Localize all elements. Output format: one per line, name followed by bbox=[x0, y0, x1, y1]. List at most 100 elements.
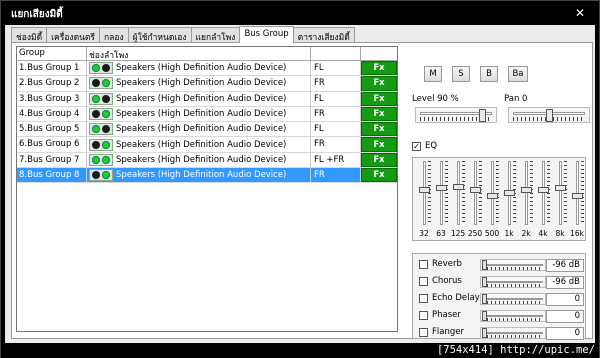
effect-slider-track bbox=[483, 315, 543, 317]
column-header-speaker[interactable]: ช่องลำโพง bbox=[87, 47, 311, 61]
eq-band-thumb[interactable] bbox=[504, 190, 515, 196]
fx-button[interactable]: Fx bbox=[361, 152, 397, 168]
effect-checkbox[interactable] bbox=[419, 294, 428, 303]
effect-checkbox[interactable] bbox=[419, 277, 428, 286]
table-row[interactable]: 2.Bus Group 2 Speakers (High Definition A… bbox=[17, 76, 397, 92]
fx-button[interactable]: Fx bbox=[361, 91, 397, 106]
eq-band-slider[interactable]: 4k bbox=[536, 161, 550, 238]
speaker-leds[interactable] bbox=[89, 77, 113, 90]
speaker-cell[interactable]: Speakers (High Definition Audio Device) bbox=[87, 122, 311, 137]
eq-band-thumb[interactable] bbox=[521, 187, 532, 194]
speaker-led-icon bbox=[92, 140, 100, 149]
speaker-cell[interactable]: Speakers (High Definition Audio Device) bbox=[87, 168, 311, 183]
eq-band-thumb[interactable] bbox=[538, 187, 549, 194]
effect-slider[interactable] bbox=[480, 293, 546, 305]
table-row[interactable]: 3.Bus Group 3 Speakers (High Definition A… bbox=[17, 91, 397, 107]
effect-slider[interactable] bbox=[480, 276, 546, 288]
eq-band-slider[interactable]: 2k bbox=[519, 161, 533, 238]
eq-band-thumb[interactable] bbox=[453, 184, 464, 191]
effect-checkbox[interactable] bbox=[419, 260, 428, 269]
mute-button[interactable]: M bbox=[424, 66, 442, 82]
tab-user-defined[interactable]: ผู้ใช้กำหนดเอง bbox=[127, 27, 192, 43]
fx-button[interactable]: Fx bbox=[361, 122, 397, 137]
close-button[interactable]: ✕ bbox=[569, 5, 591, 21]
fx-button[interactable]: Fx bbox=[361, 106, 397, 122]
eq-band-thumb[interactable] bbox=[487, 192, 498, 199]
tab-drums[interactable]: กลอง bbox=[98, 27, 129, 43]
fx-button[interactable]: Fx bbox=[361, 61, 397, 76]
effect-checkbox[interactable] bbox=[419, 311, 428, 320]
effect-value[interactable]: -96 dB bbox=[546, 259, 584, 272]
level-slider[interactable] bbox=[415, 107, 497, 123]
effect-slider[interactable] bbox=[480, 327, 546, 339]
title-bar[interactable]: แยกเสียงมิดี้ ✕ bbox=[1, 1, 599, 25]
speaker-leds[interactable] bbox=[89, 108, 113, 121]
eq-band-ticks bbox=[462, 161, 465, 225]
speaker-leds[interactable] bbox=[89, 153, 113, 166]
eq-band-thumb[interactable] bbox=[436, 185, 447, 192]
solo-button[interactable]: S bbox=[452, 66, 470, 82]
eq-band-slider[interactable]: 250 bbox=[468, 161, 482, 238]
eq-band-thumb[interactable] bbox=[419, 187, 430, 194]
effect-value[interactable]: 0 bbox=[546, 293, 584, 306]
ba-button[interactable]: Ba bbox=[508, 66, 528, 82]
eq-band-slider[interactable]: 8k bbox=[553, 161, 567, 238]
fx-button[interactable]: Fx bbox=[361, 168, 397, 183]
tab-midi-sound-table[interactable]: ตารางเสียงมิดี้ bbox=[292, 27, 355, 43]
eq-checkbox[interactable]: ✓ bbox=[412, 142, 421, 151]
table-row[interactable]: 7.Bus Group 7 Speakers (High Definition A… bbox=[17, 152, 397, 169]
effect-value[interactable]: -96 dB bbox=[546, 276, 584, 289]
effect-checkbox[interactable] bbox=[419, 328, 428, 337]
effect-slider-thumb[interactable] bbox=[482, 277, 487, 287]
effect-slider-thumb[interactable] bbox=[482, 328, 487, 338]
tab-instrument[interactable]: เครื่องดนตรี bbox=[46, 27, 100, 43]
speaker-leds[interactable] bbox=[89, 92, 113, 105]
effect-value[interactable]: 0 bbox=[546, 327, 584, 340]
speaker-cell[interactable]: Speakers (High Definition Audio Device) bbox=[87, 152, 311, 168]
eq-band-slider[interactable]: 500 bbox=[485, 161, 499, 238]
speaker-cell[interactable]: Speakers (High Definition Audio Device) bbox=[87, 76, 311, 91]
level-slider-thumb[interactable] bbox=[479, 109, 487, 122]
table-row[interactable]: 1.Bus Group 1 Speakers (High Definition A… bbox=[17, 61, 397, 77]
speaker-leds[interactable] bbox=[89, 169, 113, 182]
eq-band-thumb[interactable] bbox=[470, 187, 481, 194]
tab-speaker-split[interactable]: แยกลำโพง bbox=[190, 27, 241, 43]
table-row[interactable]: 8.Bus Group 8 Speakers (High Definition A… bbox=[17, 168, 397, 184]
pan-slider[interactable] bbox=[508, 107, 590, 123]
eq-band-slider[interactable]: 16k bbox=[570, 161, 584, 238]
speaker-leds[interactable] bbox=[89, 62, 113, 75]
fx-button[interactable]: Fx bbox=[361, 137, 397, 152]
eq-band-thumb[interactable] bbox=[555, 185, 566, 192]
tab-midi-channel[interactable]: ช่องมิดี้ bbox=[11, 27, 48, 43]
channel-cell: FR bbox=[311, 137, 361, 152]
column-header-group[interactable]: Group bbox=[17, 47, 87, 60]
table-row[interactable]: 4.Bus Group 4 Speakers (High Definition A… bbox=[17, 106, 397, 123]
pan-slider-thumb[interactable] bbox=[546, 109, 553, 122]
effect-slider-thumb[interactable] bbox=[482, 260, 487, 270]
effect-slider[interactable] bbox=[480, 310, 546, 322]
eq-band-slider[interactable]: 125 bbox=[451, 161, 465, 238]
effect-slider-thumb[interactable] bbox=[482, 311, 487, 321]
eq-band-slider[interactable]: 32 bbox=[417, 161, 431, 238]
speaker-cell[interactable]: Speakers (High Definition Audio Device) bbox=[87, 61, 311, 76]
speaker-leds[interactable] bbox=[89, 123, 113, 136]
speaker-led-icon bbox=[102, 64, 110, 73]
bypass-button[interactable]: B bbox=[480, 66, 498, 82]
table-row[interactable]: 6.Bus Group 6 Speakers (High Definition A… bbox=[17, 137, 397, 153]
speaker-cell[interactable]: Speakers (High Definition Audio Device) bbox=[87, 137, 311, 152]
eq-band-thumb[interactable] bbox=[572, 192, 583, 199]
column-header-channel[interactable] bbox=[311, 47, 361, 60]
speaker-cell[interactable]: Speakers (High Definition Audio Device) bbox=[87, 106, 311, 122]
tab-bus-group[interactable]: Bus Group bbox=[239, 26, 294, 43]
fx-button[interactable]: Fx bbox=[361, 76, 397, 91]
eq-band-slider[interactable]: 63 bbox=[434, 161, 448, 238]
effect-value[interactable]: 0 bbox=[546, 310, 584, 323]
table-row[interactable]: 5.Bus Group 5 Speakers (High Definition A… bbox=[17, 122, 397, 138]
speaker-device-name: Speakers (High Definition Audio Device) bbox=[116, 170, 287, 181]
speaker-cell[interactable]: Speakers (High Definition Audio Device) bbox=[87, 91, 311, 106]
effect-slider-thumb[interactable] bbox=[482, 294, 487, 304]
speaker-leds[interactable] bbox=[89, 138, 113, 151]
effect-slider[interactable] bbox=[480, 259, 546, 271]
eq-band-slider[interactable]: 1k bbox=[502, 161, 516, 238]
column-header-fx[interactable] bbox=[361, 47, 397, 60]
